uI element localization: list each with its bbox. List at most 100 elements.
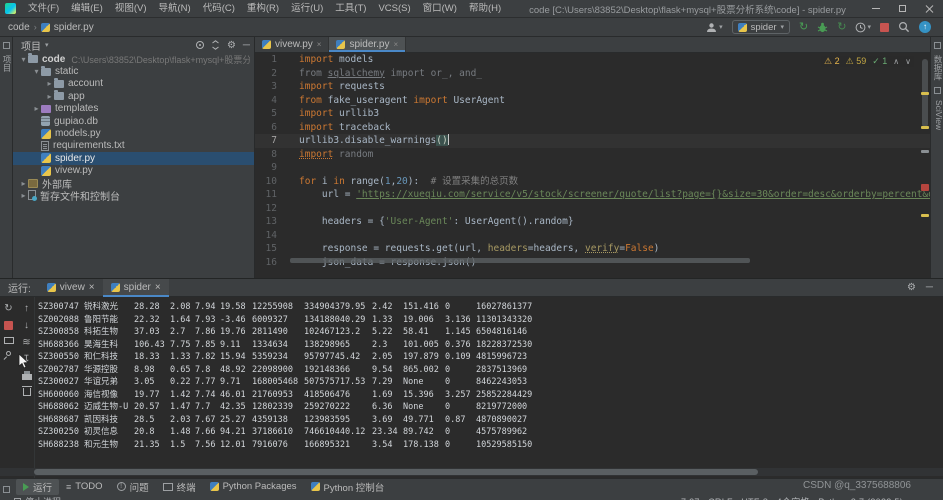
warning-stripe-mark[interactable] — [921, 214, 929, 217]
toolwindow-button-Python Packages[interactable]: Python Packages — [203, 480, 304, 493]
tool-window-switcher-icon[interactable] — [3, 486, 10, 493]
code-line: 12 — [255, 202, 930, 216]
tree-chevron-icon[interactable]: ▸ — [45, 92, 54, 101]
tree-chevron-icon[interactable]: ▸ — [45, 79, 54, 88]
tree-item-gupiao.db[interactable]: gupiao.db — [13, 115, 254, 127]
close-tab-icon[interactable]: × — [317, 40, 322, 49]
toolwindow-button-TODO[interactable]: ≡ TODO — [59, 480, 110, 493]
soft-wrap-icon[interactable]: ≋ — [22, 337, 30, 348]
close-tab-icon[interactable]: × — [394, 40, 399, 49]
console-output[interactable]: SZ300747 锐科激光 28.28 2.08 7.94 19.58 12255908 33… — [38, 301, 933, 466]
clear-all-icon[interactable] — [21, 386, 32, 396]
rerun-icon[interactable]: ↻ — [4, 303, 12, 314]
toolwindow-button-终端[interactable]: 终端 — [156, 479, 203, 495]
menu-item[interactable]: 导航(N) — [152, 0, 196, 18]
breadcrumb-file[interactable]: spider.py — [54, 22, 94, 33]
close-tab-icon[interactable]: × — [155, 282, 161, 293]
menu-item[interactable]: 视图(V) — [109, 0, 153, 18]
menu-item[interactable]: 工具(T) — [329, 0, 372, 18]
warning-stripe-mark[interactable] — [921, 126, 929, 129]
tree-chevron-icon[interactable]: ▸ — [19, 179, 28, 188]
tree-item-account[interactable]: ▸ account — [13, 77, 254, 90]
tree-chevron-icon[interactable]: ▸ — [32, 104, 41, 113]
console-horizontal-scrollbar-thumb[interactable] — [34, 469, 758, 475]
profiler-button[interactable]: ▾ — [855, 22, 871, 33]
close-button[interactable] — [916, 0, 943, 17]
console-cell: 7.56 — [195, 439, 216, 450]
print-icon[interactable] — [21, 371, 32, 380]
console-cell: 0 — [445, 402, 451, 412]
locate-file-icon[interactable] — [195, 41, 204, 49]
stop-button[interactable] — [880, 22, 889, 32]
hide-panel-icon[interactable]: ─ — [926, 282, 933, 293]
project-stripe-icon[interactable] — [2, 42, 10, 49]
gear-icon[interactable]: ⚙ — [907, 282, 916, 293]
search-everywhere-button[interactable] — [898, 21, 910, 33]
console-cell: None — [403, 377, 424, 387]
editor-tab-spider.py[interactable]: spider.py × — [329, 37, 407, 52]
tree-item-templates[interactable]: ▸ templates — [13, 103, 254, 115]
expand-collapse-icon[interactable] — [211, 40, 220, 50]
ide-update-button[interactable]: ↑ — [919, 21, 931, 33]
error-stripe-mark[interactable] — [921, 184, 929, 191]
stripe-label-数据库[interactable]: 数据库 — [931, 55, 943, 81]
restore-layout-icon[interactable] — [3, 337, 14, 344]
project-stripe-label[interactable]: 项目 — [0, 55, 13, 72]
project-panel-title[interactable]: 项目 — [21, 38, 41, 53]
run-tab-spider[interactable]: spider × — [102, 278, 169, 297]
inspections-widget[interactable]: ⚠ 2 ⚠ 59 ✓ 1 ∧ ∨ — [820, 56, 914, 67]
tree-item-models.py[interactable]: models.py — [13, 127, 254, 139]
rerun-button[interactable]: ↻ — [799, 21, 808, 33]
menu-item[interactable]: 重构(R) — [241, 0, 285, 18]
minimize-button[interactable] — [862, 0, 889, 17]
menu-item[interactable]: VCS(S) — [372, 0, 416, 18]
tree-chevron-icon[interactable]: ▸ — [19, 191, 28, 200]
tree-chevron-icon[interactable]: ▾ — [19, 55, 28, 64]
tree-item-requirements.txt[interactable]: requirements.txt — [13, 140, 254, 152]
warning-stripe-mark[interactable] — [921, 92, 929, 95]
toolwindow-button-运行[interactable]: 运行 — [16, 478, 60, 495]
stripe-label-SciView[interactable]: SciView — [931, 100, 943, 130]
stop-process-button[interactable] — [4, 321, 13, 330]
toolwindow-button-Python 控制台[interactable]: Python 控制台 — [304, 479, 392, 495]
maximize-button[interactable] — [889, 0, 916, 17]
status-right-widgets[interactable]: 7:27 CRLF UTF-8 4个空格 Python 3.7 (2022.5) — [681, 495, 943, 500]
editor-tab-vivew.py[interactable]: vivew.py × — [255, 37, 330, 52]
tool-window-stripe-icon[interactable] — [933, 86, 941, 94]
editor-horizontal-scrollbar[interactable] — [290, 258, 750, 263]
code-editor[interactable]: 1 import models 2 from sqlalchemy import or… — [255, 53, 930, 278]
run-tab-vivew[interactable]: vivew × — [39, 279, 103, 297]
menu-item[interactable]: 代码(C) — [197, 0, 241, 18]
tree-item-code[interactable]: ▾ code C:\Users\83852\Desktop\flask+mysql+… — [13, 53, 254, 65]
hide-panel-icon[interactable]: ─ — [243, 40, 250, 51]
pin-tab-icon[interactable] — [4, 349, 13, 358]
menu-item[interactable]: 编辑(E) — [65, 0, 109, 18]
prev-problem-icon[interactable]: ∧ — [893, 57, 899, 66]
tree-item-spider.py[interactable]: spider.py — [13, 152, 254, 165]
menu-item[interactable]: 窗口(W) — [417, 0, 463, 18]
up-stacktrace-icon[interactable]: ↑ — [24, 303, 29, 314]
menu-item[interactable]: 文件(F) — [22, 0, 65, 18]
tool-window-stripe-icon[interactable] — [933, 42, 941, 49]
code-line: 8 import random — [255, 148, 930, 162]
menu-item[interactable]: 帮助(H) — [463, 0, 507, 18]
close-tab-icon[interactable]: × — [89, 282, 95, 293]
console-horizontal-scrollbar-track[interactable] — [0, 468, 943, 476]
tree-item-app[interactable]: ▸ app — [13, 90, 254, 102]
next-problem-icon[interactable]: ∨ — [905, 57, 911, 66]
toolwindow-button-问题[interactable]: ! 问题 — [110, 479, 156, 495]
down-stacktrace-icon[interactable]: ↓ — [24, 320, 29, 331]
code-line: 3 import requests — [255, 80, 930, 94]
tree-chevron-icon[interactable]: ▾ — [32, 67, 41, 76]
menu-item[interactable]: 运行(U) — [285, 0, 329, 18]
tree-item-暂存文件和控制台[interactable]: ▸ 暂存文件和控制台 — [13, 189, 254, 203]
run-with-coverage-button[interactable]: ↻ — [837, 21, 846, 33]
user-account-button[interactable]: ▾ — [706, 22, 723, 33]
gear-icon[interactable]: ⚙ — [227, 40, 236, 51]
tree-item-static[interactable]: ▾ static — [13, 65, 254, 77]
info-stripe-mark[interactable] — [921, 150, 929, 153]
run-configuration-select[interactable]: spider ▾ — [731, 20, 791, 34]
breadcrumb-root[interactable]: code — [8, 22, 30, 33]
debug-button[interactable] — [817, 22, 828, 33]
console-cell: 418506476 — [304, 389, 351, 400]
